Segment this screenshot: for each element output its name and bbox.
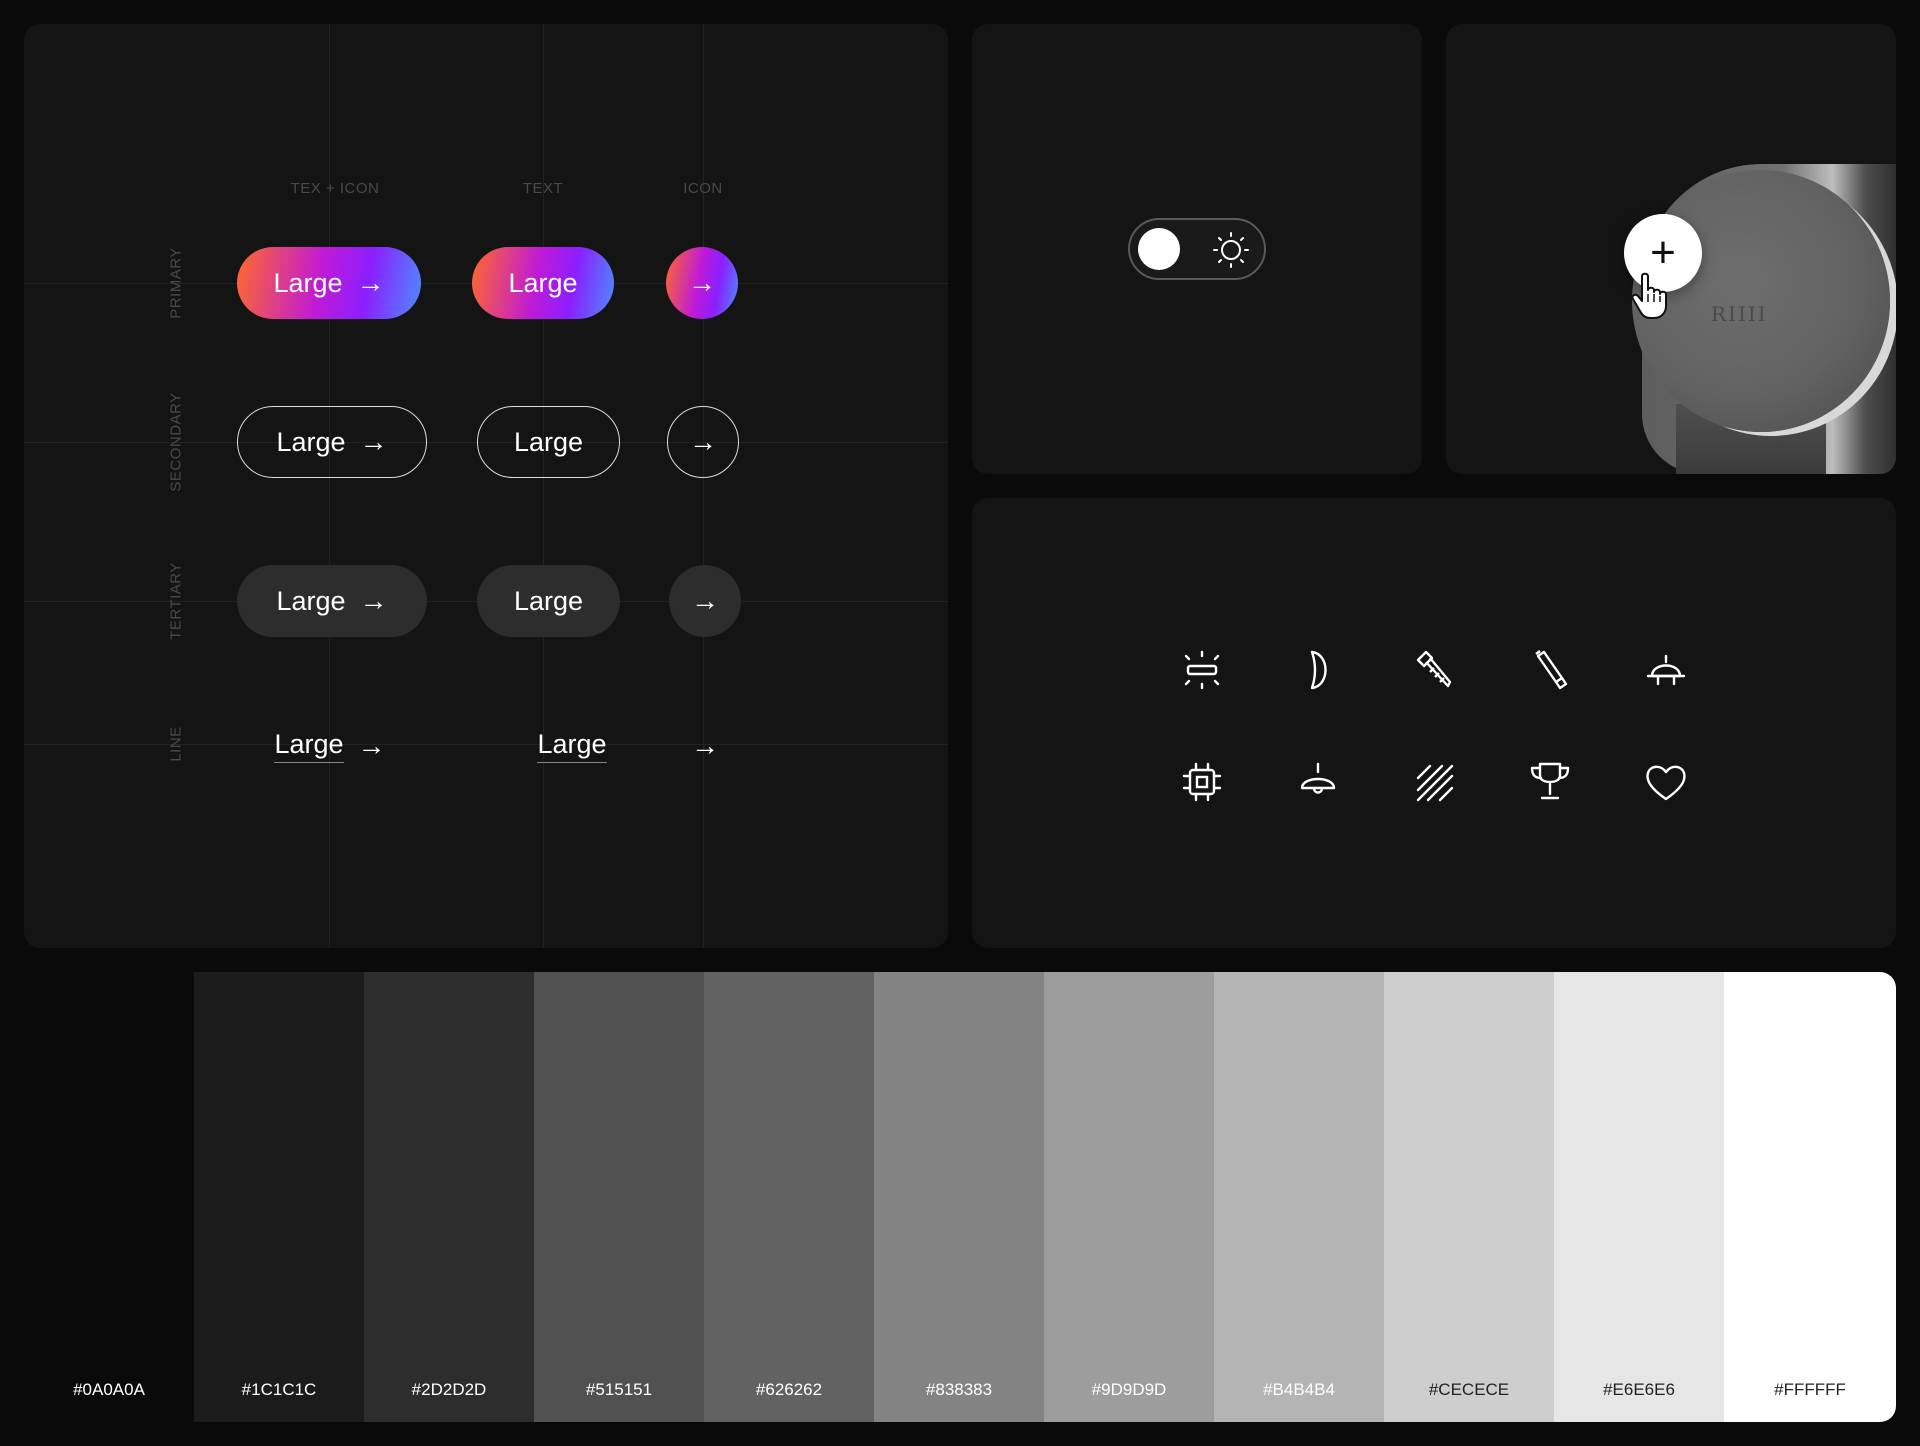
icon-set-panel [972,498,1896,948]
swatch-label: #838383 [925,1380,993,1399]
lens-icon [1310,650,1327,690]
desk-lamp-icon [1646,654,1686,686]
color-swatch: #2D2D2D [364,972,534,1422]
row-header-secondary: SECONDARY [167,392,185,492]
arrow-right-icon: → [356,267,385,298]
arrow-right-icon: → [688,267,716,298]
color-swatch: #626262 [704,972,874,1422]
grid-line [24,744,948,745]
tube-icon [1535,650,1568,690]
swatch-label: #9D9D9D [1091,1380,1167,1399]
sun-icon [1213,232,1249,268]
toggle-knob [1138,228,1180,270]
primary-text-icon-button[interactable]: Large → [237,247,421,319]
arrow-right-icon: → [359,585,388,616]
secondary-text-button[interactable]: Large [477,406,620,478]
arrow-right-icon: → [689,426,717,457]
color-swatch: #515151 [534,972,704,1422]
chip-icon [1182,762,1222,802]
color-swatch: #B4B4B4 [1214,972,1384,1422]
theme-toggle-panel [972,24,1422,474]
line-text-button[interactable]: Large [502,724,642,768]
column-header-icon: ICON [683,180,723,197]
button-label: Large [273,267,343,298]
tertiary-text-button[interactable]: Large [477,565,620,637]
swatch-label: #1C1C1C [241,1380,317,1399]
grid-line [329,24,330,948]
arrow-right-icon: → [691,730,719,761]
grid-line [703,24,704,948]
secondary-text-icon-button[interactable]: Large → [237,406,427,478]
heart-icon [1646,765,1686,801]
button-label: Large [537,729,607,763]
button-label: Large [276,426,346,457]
primary-icon-button[interactable]: → [666,247,738,319]
pendant-lamp-icon [1300,762,1336,794]
swatch-label: #CECECE [1428,1380,1510,1399]
button-label: Large [508,267,578,298]
line-icon-button[interactable]: → [680,724,730,768]
swatch-label: #B4B4B4 [1263,1380,1335,1399]
arrow-right-icon: → [691,585,719,616]
theme-toggle[interactable] [1128,218,1266,280]
swatch-label: #0A0A0A [73,1380,145,1399]
arrow-right-icon: → [359,426,388,457]
swatch-label: #2D2D2D [411,1380,487,1399]
swatch-label: #515151 [585,1380,653,1399]
swatch-label: #626262 [755,1380,823,1399]
color-swatch: #FFFFFF [1724,972,1896,1422]
grid-line [543,24,544,948]
color-swatch: #1C1C1C [194,972,364,1422]
light-bar-icon [1184,650,1220,690]
button-label: Large [513,585,584,616]
color-swatch: #9D9D9D [1044,972,1214,1422]
secondary-icon-button[interactable]: → [667,406,739,478]
hand-cursor-icon [1631,272,1667,319]
row-header-primary: PRIMARY [167,247,185,319]
color-swatch: #0A0A0A [24,972,194,1422]
device-logo: RIIII [1711,302,1768,326]
color-swatch: #838383 [874,972,1044,1422]
swatch-label: #FFFFFF [1774,1380,1846,1399]
trophy-icon [1530,762,1570,800]
hatch-icon [1416,764,1454,802]
button-variants-panel: TEX + ICON TEXT ICON PRIMARY SECONDARY T… [24,24,948,948]
color-swatch: #E6E6E6 [1554,972,1724,1422]
swatch-label: #E6E6E6 [1603,1380,1675,1399]
button-label: Large [276,585,346,616]
button-label: Large [513,426,584,457]
device-face [1632,170,1890,432]
arrow-right-icon: → [357,730,386,761]
tertiary-icon-button[interactable]: → [669,565,741,637]
product-hotspot-panel: RIIII + [1446,24,1896,474]
column-header-text: TEXT [522,180,564,197]
color-swatch: #CECECE [1384,972,1554,1422]
line-text-icon-button[interactable]: Large → [260,724,400,768]
column-header-text-icon: TEX + ICON [290,180,380,197]
primary-text-button[interactable]: Large [472,247,614,319]
button-label: Large [274,729,344,763]
screw-icon [1416,650,1452,688]
row-header-line: LINE [167,726,185,762]
row-header-tertiary: TERTIARY [167,562,185,640]
tertiary-text-icon-button[interactable]: Large → [237,565,427,637]
